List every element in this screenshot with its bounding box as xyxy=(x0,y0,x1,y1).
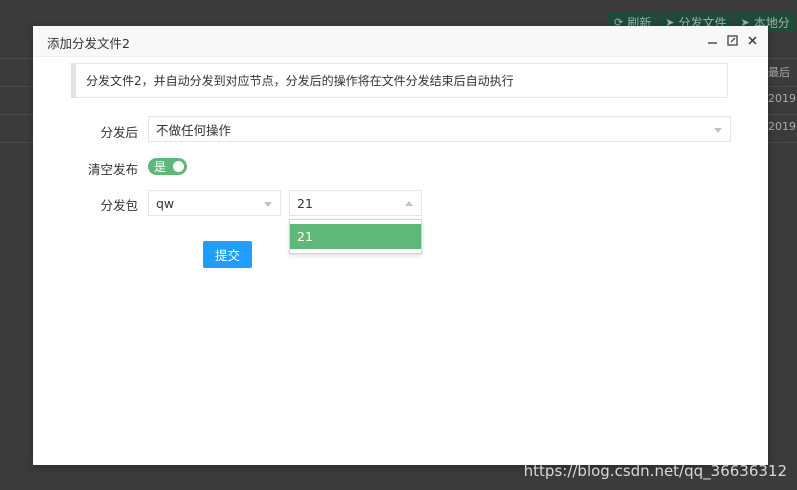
package-version-dropdown: 21 xyxy=(289,219,422,254)
watermark: https://blog.csdn.net/qq_36636312 xyxy=(523,462,787,480)
table-cell: 2019 xyxy=(768,120,796,133)
maximize-icon[interactable] xyxy=(726,34,738,46)
clear-publish-toggle[interactable]: 是 xyxy=(148,158,187,175)
dialog-header: 添加分发文件2 xyxy=(33,26,768,57)
submit-button[interactable]: 提交 xyxy=(203,241,252,268)
dialog-title: 添加分发文件2 xyxy=(47,36,130,51)
package-version-value: 21 xyxy=(297,195,313,211)
package-label: 分发包 xyxy=(100,198,138,213)
toggle-knob xyxy=(173,161,184,172)
table-cell: 2019 xyxy=(768,92,796,105)
close-icon[interactable] xyxy=(746,34,758,46)
toggle-text: 是 xyxy=(154,160,167,174)
chevron-up-icon xyxy=(405,201,413,206)
clear-publish-label: 清空发布 xyxy=(87,162,138,177)
chevron-down-icon xyxy=(264,202,272,207)
window-controls xyxy=(706,34,758,46)
dropdown-option[interactable]: 21 xyxy=(290,224,421,249)
chevron-down-icon xyxy=(714,128,722,133)
after-dispatch-select[interactable]: 不做任何操作 xyxy=(148,116,731,142)
column-header: 最后 xyxy=(768,66,790,79)
package-value: qw xyxy=(156,195,175,211)
package-select[interactable]: qw xyxy=(148,190,281,216)
package-version-select[interactable]: 21 xyxy=(289,190,422,216)
after-dispatch-value: 不做任何操作 xyxy=(156,122,232,138)
add-dispatch-file-dialog: 添加分发文件2 分发文件2，并自动分发到对应节点，分发后的操作将在文件分发结束后… xyxy=(33,26,768,465)
after-dispatch-label: 分发后 xyxy=(100,125,138,140)
minimize-icon[interactable] xyxy=(706,34,718,46)
dialog-notice: 分发文件2，并自动分发到对应节点，分发后的操作将在文件分发结束后自动执行 xyxy=(71,63,728,98)
